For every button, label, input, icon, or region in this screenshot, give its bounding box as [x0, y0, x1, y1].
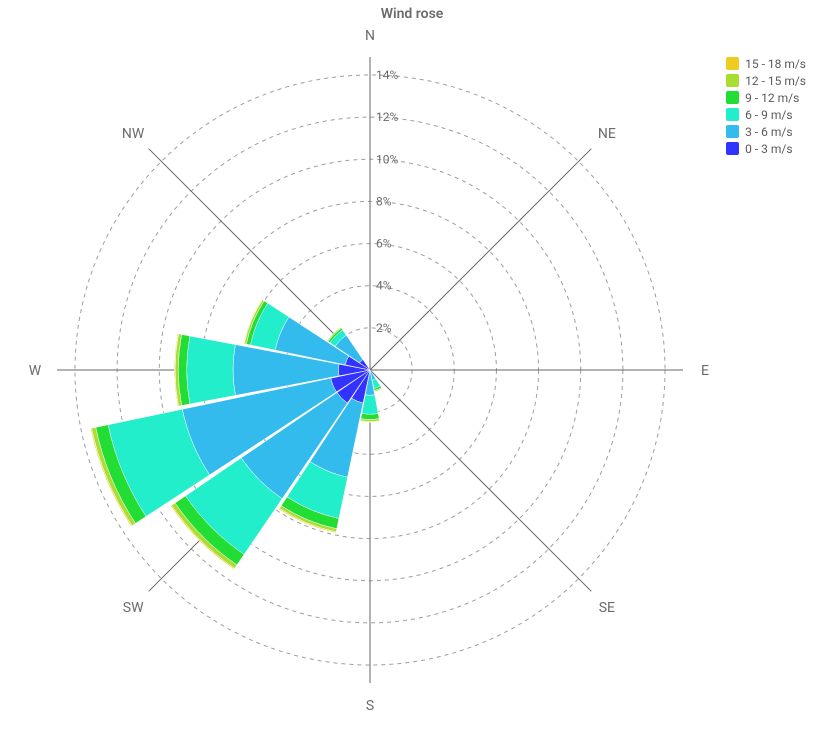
direction-label: SE — [599, 600, 615, 616]
legend-item[interactable]: 0 - 3 m/s — [726, 140, 806, 157]
radial-tick-label: 8% — [376, 194, 392, 208]
legend-item[interactable]: 9 - 12 m/s — [726, 89, 806, 106]
direction-label: E — [701, 363, 709, 379]
wind-rose-sector — [361, 413, 379, 419]
legend-item[interactable]: 3 - 6 m/s — [726, 123, 806, 140]
legend-label: 12 - 15 m/s — [745, 74, 806, 88]
wind-rose-chart: N NE E SE S SW W NW 2% 4% 6% 8% 10% 12% 14% — [0, 0, 824, 731]
legend-swatch — [726, 74, 739, 87]
legend-swatch — [726, 108, 739, 121]
legend-label: 6 - 9 m/s — [745, 108, 792, 122]
legend-item[interactable]: 15 - 18 m/s — [726, 55, 806, 72]
direction-spoke — [370, 370, 591, 591]
radial-tick-label: 14% — [376, 68, 398, 82]
legend-label: 0 - 3 m/s — [745, 142, 792, 156]
radial-tick-label: 12% — [376, 110, 398, 124]
legend-label: 9 - 12 m/s — [745, 91, 799, 105]
legend-swatch — [726, 125, 739, 138]
legend-label: 15 - 18 m/s — [745, 57, 806, 71]
legend-item[interactable]: 6 - 9 m/s — [726, 106, 806, 123]
radial-tick-label: 4% — [376, 279, 392, 293]
direction-label: NE — [598, 126, 616, 142]
direction-label: W — [29, 363, 42, 379]
radial-tick-label: 6% — [376, 237, 392, 251]
legend-swatch — [726, 57, 739, 70]
wind-rose-sector — [187, 336, 236, 404]
direction-label: N — [365, 28, 375, 44]
direction-label: S — [366, 698, 374, 714]
radial-tick-label: 2% — [376, 321, 392, 335]
legend-swatch — [726, 142, 739, 155]
legend: 15 - 18 m/s 12 - 15 m/s 9 - 12 m/s 6 - 9 m/… — [726, 55, 806, 157]
legend-swatch — [726, 91, 739, 104]
radial-tick-label: 10% — [376, 152, 398, 166]
direction-spoke — [370, 149, 591, 370]
direction-label: SW — [123, 600, 144, 616]
legend-item[interactable]: 12 - 15 m/s — [726, 72, 806, 89]
legend-label: 3 - 6 m/s — [745, 125, 792, 139]
direction-label: NW — [122, 126, 145, 142]
